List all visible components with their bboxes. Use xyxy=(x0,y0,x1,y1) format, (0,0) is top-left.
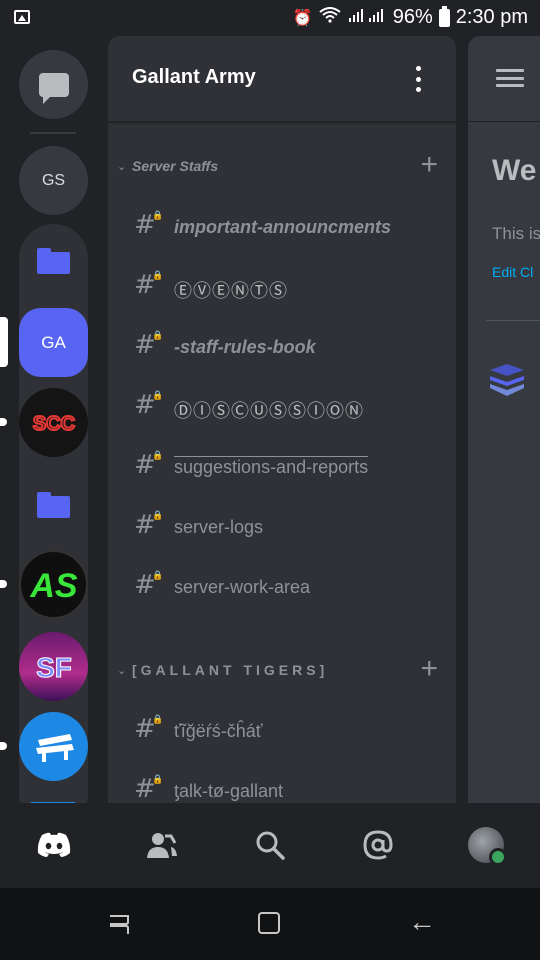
channel-item[interactable]: # 🔒 -staff-rules-book xyxy=(108,328,456,368)
friends-icon[interactable] xyxy=(140,823,184,867)
status-right: ⏰ 96% 2:30 pm xyxy=(292,5,528,29)
lock-icon: 🔒 xyxy=(152,774,164,784)
recent-apps-icon[interactable] xyxy=(106,914,132,936)
channel-item[interactable]: # 🔒 ⒹⒾⓈⒸⓊⓈⓈⒾⓄⓃ xyxy=(108,388,456,428)
unread-indicator xyxy=(0,418,7,426)
edit-channel-link[interactable]: Edit Cl xyxy=(492,264,533,280)
channel-name: -staff-rules-book xyxy=(174,337,316,357)
45-logo-icon: AS xyxy=(29,567,78,605)
server-scc[interactable]: SCC xyxy=(19,388,88,457)
channel-name: server-work-area xyxy=(174,577,311,597)
chat-header xyxy=(468,36,540,122)
discord-home-icon[interactable] xyxy=(32,823,76,867)
chat-bubble-icon xyxy=(38,72,69,104)
avatar xyxy=(468,827,507,866)
lock-icon: 🔒 xyxy=(152,210,164,220)
battery-icon xyxy=(438,5,450,27)
clock: 2:30 pm xyxy=(455,6,528,28)
svg-text:SF: SF xyxy=(36,652,72,683)
chat-peek[interactable]: We This is Edit Cl xyxy=(468,36,540,803)
server-gs-initials: GS xyxy=(41,171,66,189)
lock-icon: 🔒 xyxy=(152,714,164,724)
mentions-icon[interactable] xyxy=(356,823,400,867)
svg-text:SCC: SCC xyxy=(32,413,74,435)
hamburger-menu-icon[interactable] xyxy=(496,69,524,87)
search-icon[interactable] xyxy=(248,823,292,867)
server-rail: GS GA SCC AS SF xyxy=(0,36,108,803)
gallery-notification-icon xyxy=(14,10,30,24)
welcome-heading: We xyxy=(492,154,537,187)
bench-logo-icon xyxy=(35,733,74,762)
alarm-icon: ⏰ xyxy=(292,9,313,27)
wifi-icon xyxy=(319,7,341,28)
profile-avatar[interactable] xyxy=(464,823,508,867)
active-server-indicator xyxy=(0,317,8,367)
lock-icon: 🔒 xyxy=(152,510,164,520)
unread-indicator xyxy=(0,742,7,750)
folder-icon[interactable] xyxy=(37,248,70,274)
server-ga[interactable]: GA xyxy=(19,308,88,377)
channel-item[interactable]: # 🔒 server-logs xyxy=(108,508,456,548)
server-ga-initials: GA xyxy=(41,332,66,352)
channel-item[interactable]: # 🔒 important-announcments xyxy=(108,208,456,248)
lock-icon: 🔒 xyxy=(152,570,164,580)
channel-item[interactable]: # 🔒 ťĩğëŕś-čĥáť xyxy=(108,712,456,752)
direct-messages-button[interactable] xyxy=(19,50,88,119)
lock-icon: 🔒 xyxy=(152,330,164,340)
channel-name: ƫalk-tø-gallant xyxy=(174,781,284,801)
server-gs[interactable]: GS xyxy=(19,146,88,215)
server-bench[interactable] xyxy=(19,712,88,781)
channel-item[interactable]: # 🔒 server-work-area xyxy=(108,568,456,608)
channel-item[interactable]: # 🔒 ƫalk-tø-gallant xyxy=(108,772,456,803)
home-button-icon[interactable] xyxy=(258,912,280,934)
server-sf[interactable]: SF xyxy=(19,632,88,701)
more-options-icon[interactable] xyxy=(416,66,422,92)
server-name: Gallant Army xyxy=(132,66,256,88)
channel-name: ťĩğëŕś-čĥáť xyxy=(174,721,263,741)
unread-indicator xyxy=(0,580,7,588)
status-bar: ⏰ 96% 2:30 pm xyxy=(0,0,540,36)
server-45[interactable]: AS xyxy=(19,550,88,619)
category-server-staffs[interactable]: ⌄ Server Staffs + xyxy=(108,148,456,184)
folder-icon[interactable] xyxy=(37,492,70,518)
server-boost-icon xyxy=(490,364,524,396)
lock-icon: 🔒 xyxy=(152,450,164,460)
channel-name: server-logs xyxy=(174,517,264,537)
divider xyxy=(486,320,540,321)
channel-name: ⒹⒾⓈⒸⓊⓈⓈⒾⓄⓃ xyxy=(174,401,364,421)
add-channel-icon[interactable]: + xyxy=(420,148,438,182)
channel-panel: Gallant Army ⌄ Server Staffs + # 🔒 import… xyxy=(108,36,456,803)
chevron-down-icon: ⌄ xyxy=(117,161,127,173)
bottom-navigation xyxy=(0,803,540,888)
online-status-badge xyxy=(489,848,507,866)
battery-percent: 96% xyxy=(392,6,433,28)
chevron-down-icon: ⌄ xyxy=(117,665,127,677)
add-channel-icon[interactable]: + xyxy=(420,652,438,686)
back-arrow-icon[interactable]: ← xyxy=(408,906,436,938)
svg-text:AS: AS xyxy=(29,567,78,605)
sf-logo-icon: SF xyxy=(35,651,72,683)
rail-divider xyxy=(30,132,76,134)
welcome-description: This is xyxy=(492,224,540,243)
channel-name: suggestions-and-reports xyxy=(174,457,369,477)
system-navigation-bar: ← xyxy=(0,888,540,960)
lock-icon: 🔒 xyxy=(152,270,164,280)
server-header[interactable]: Gallant Army xyxy=(108,36,456,122)
channel-name: important-announcments xyxy=(174,217,392,237)
category-name: [GALLANT TIGERS] xyxy=(132,662,329,678)
scc-logo-icon: SCC xyxy=(31,412,75,436)
signal-icon xyxy=(347,7,387,28)
channel-item[interactable]: # 🔒 ⒺⓋⒺⓃⓉⓈ xyxy=(108,268,456,308)
category-name: Server Staffs xyxy=(132,158,219,174)
channel-item[interactable]: # 🔒 suggestions-and-reports xyxy=(108,448,456,488)
channel-name: ⒺⓋⒺⓃⓉⓈ xyxy=(174,281,288,301)
lock-icon: 🔒 xyxy=(152,390,164,400)
category-gallant-tigers[interactable]: ⌄ [GALLANT TIGERS] + xyxy=(108,652,456,688)
